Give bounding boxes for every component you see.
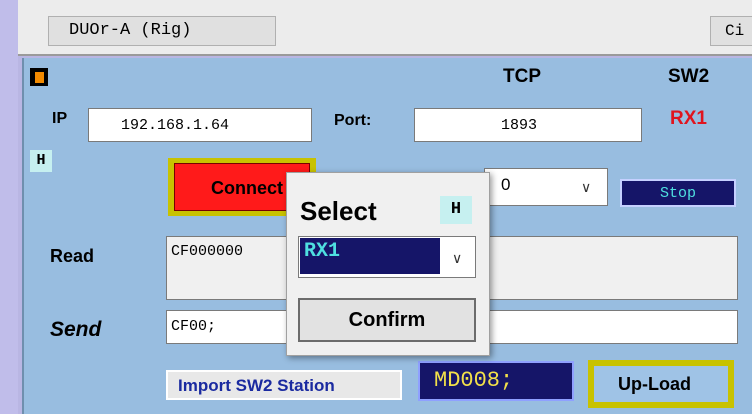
channel-select[interactable]: 0 ∨ — [484, 168, 608, 206]
h-badge[interactable]: H — [30, 150, 52, 172]
ip-field[interactable]: 192.168.1.64 — [88, 108, 312, 142]
protocol-label: TCP — [503, 66, 541, 87]
tab-rig[interactable]: DUOr-A (Rig) — [48, 16, 276, 46]
stop-button[interactable]: Stop — [620, 179, 736, 207]
upload-button[interactable]: Up-Load — [594, 366, 728, 402]
desktop-edge — [0, 0, 18, 414]
send-label: Send — [50, 318, 102, 341]
station-select-value: RX1 — [300, 238, 440, 274]
tab-ci[interactable]: Ci — [710, 16, 752, 46]
ip-label: IP — [52, 110, 68, 127]
confirm-button[interactable]: Confirm — [298, 298, 476, 342]
select-dialog-h-badge[interactable]: H — [440, 196, 472, 224]
select-dialog-title: Select — [300, 196, 377, 226]
port-label: Port: — [334, 112, 372, 129]
md-command-display: MD008; — [418, 361, 574, 401]
chevron-down-icon: ∨ — [581, 179, 592, 195]
chevron-down-icon[interactable]: ∨ — [452, 250, 462, 267]
read-label: Read — [50, 246, 95, 266]
channel-select-value: 0 — [501, 175, 511, 194]
import-station-button[interactable]: Import SW2 Station — [166, 370, 402, 400]
switch-value: RX1 — [670, 108, 707, 129]
switch-label: SW2 — [668, 66, 710, 87]
app-logo-icon — [30, 68, 48, 86]
port-field[interactable]: 1893 — [414, 108, 642, 142]
